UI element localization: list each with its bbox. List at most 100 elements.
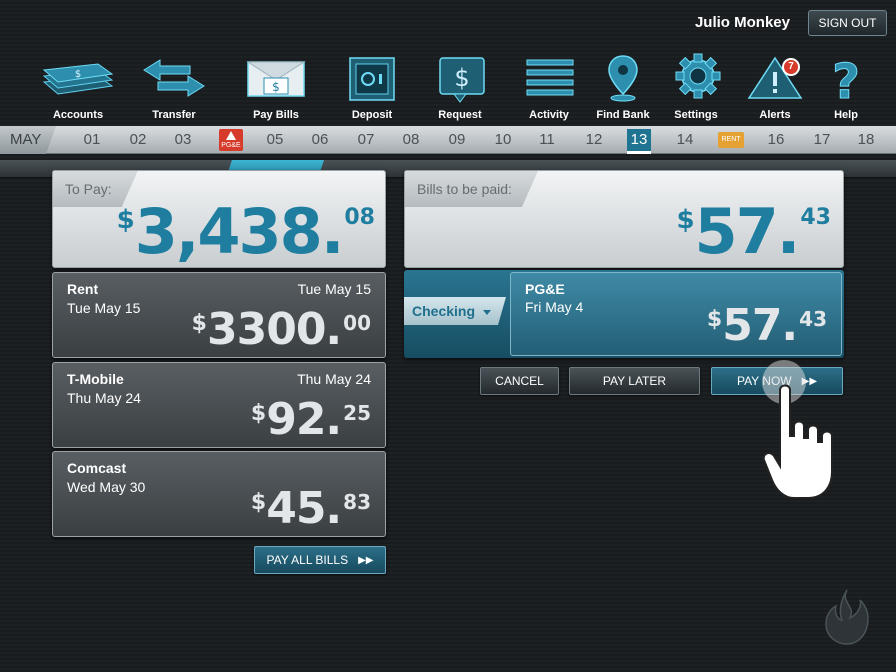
account-selector[interactable]: Checking: [404, 297, 506, 325]
svg-text:$: $: [272, 80, 280, 94]
bill-cents: 25: [343, 401, 371, 425]
pointing-hand-icon: [762, 384, 833, 499]
bill-currency: $: [250, 401, 267, 426]
svg-text:$: $: [454, 64, 469, 92]
to-pay-whole: 3,438.: [134, 195, 345, 268]
nav-label-find-bank: Find Bank: [596, 109, 650, 121]
alerts-badge: 7: [782, 58, 800, 76]
to-pay-panel: To Pay: $ 3,438. 08: [52, 170, 386, 268]
calendar-month: MAY: [0, 126, 56, 154]
cancel-button[interactable]: CANCEL: [480, 367, 559, 395]
date-cell-today[interactable]: 13: [619, 126, 659, 154]
nav-item-accounts[interactable]: $ Accounts: [36, 52, 120, 122]
bill-card-comcast[interactable]: Comcast Wed May 30 $ 45. 83: [52, 451, 386, 537]
bill-whole: 92.: [266, 394, 342, 445]
bill-date: Tue May 15: [67, 300, 141, 316]
bill-whole: 3300.: [206, 304, 342, 355]
to-pay-amount: $ 3,438. 08: [117, 201, 375, 263]
bills-to-be-paid-panel: Bills to be paid: $ 57. 43: [404, 170, 844, 268]
date-cell[interactable]: 09: [437, 126, 477, 154]
pay-later-button[interactable]: PAY LATER: [569, 367, 700, 395]
nav-label-accounts: Accounts: [52, 109, 104, 121]
selected-bill-currency: $: [706, 307, 723, 332]
nav-item-deposit[interactable]: Deposit: [330, 52, 414, 122]
selected-bill-amount: $ 57. 43: [707, 303, 827, 349]
map-pin-icon: [608, 55, 638, 102]
nav-label-transfer: Transfer: [152, 109, 196, 121]
date-cell[interactable]: 02: [118, 126, 158, 154]
selected-bill-card[interactable]: PG&E Fri May 4 $ 57. 43: [510, 272, 842, 356]
bill-due-date: Tue May 15: [297, 281, 371, 297]
dollar-bubble-icon: $: [439, 57, 485, 103]
brand-flame-icon: [825, 589, 869, 645]
nav-item-settings[interactable]: Settings: [654, 52, 738, 122]
date-cell[interactable]: 11: [527, 126, 567, 154]
user-name: Julio Monkey: [694, 14, 790, 31]
bill-date: Wed May 30: [67, 479, 146, 495]
nav-label-settings: Settings: [674, 109, 718, 121]
envelope-dollar-icon: $: [246, 61, 306, 97]
to-pay-currency: $: [116, 205, 135, 235]
bill-due-date: Thu May 24: [297, 371, 371, 387]
date-cell[interactable]: 03: [163, 126, 203, 154]
money-stack-icon: $: [42, 63, 114, 95]
date-cell[interactable]: 05: [255, 126, 295, 154]
bills-to-be-paid-cents: 43: [800, 205, 831, 230]
bills-to-be-paid-label: Bills to be paid:: [405, 171, 538, 207]
bill-card-t-mobile[interactable]: T-Mobile Thu May 24 Thu May 24 $ 92. 25: [52, 362, 386, 448]
date-cell[interactable]: 10: [483, 126, 523, 154]
date-cell[interactable]: 17: [802, 126, 842, 154]
nav-item-transfer[interactable]: Transfer: [132, 52, 216, 122]
list-lines-icon: [526, 59, 574, 96]
sign-out-button[interactable]: SIGN OUT: [808, 10, 887, 36]
bill-name: Rent: [67, 281, 99, 297]
today-underline: [627, 151, 651, 154]
top-bar: Julio Monkey SIGN OUT: [0, 0, 896, 50]
selected-bill-name: PG&E: [525, 281, 565, 297]
selected-bill-date: Fri May 4: [525, 299, 584, 315]
pay-all-bills-button[interactable]: PAY ALL BILLS ▶▶: [254, 546, 386, 574]
chevron-down-icon: [483, 310, 491, 315]
bill-amount: $ 45. 83: [251, 486, 371, 532]
bill-name: T-Mobile: [67, 371, 124, 387]
bill-whole: 45.: [266, 483, 342, 534]
bill-name: Comcast: [67, 460, 127, 476]
date-cell[interactable]: 12: [574, 126, 614, 154]
nav-item-help[interactable]: ? Help: [804, 52, 888, 122]
bill-amount: $ 92. 25: [251, 397, 371, 443]
date-cell[interactable]: 07: [346, 126, 386, 154]
nav-item-find-bank[interactable]: Find Bank: [581, 52, 665, 122]
bill-currency: $: [250, 490, 267, 515]
alert-triangle-icon: [747, 56, 803, 99]
date-cell[interactable]: 08: [391, 126, 431, 154]
rent-due-badge[interactable]: RENT: [718, 132, 744, 148]
pay-all-bills-label: PAY ALL BILLS: [266, 553, 349, 567]
nav-label-request: Request: [438, 109, 482, 121]
date-cell[interactable]: 01: [72, 126, 112, 154]
bills-to-be-paid-amount: $ 57. 43: [676, 201, 831, 263]
date-cell[interactable]: 06: [300, 126, 340, 154]
account-selector-label: Checking: [412, 303, 476, 319]
bill-currency: $: [191, 311, 207, 336]
nav-label-help: Help: [834, 109, 858, 121]
selected-bill-whole: 57.: [722, 300, 798, 351]
date-cell[interactable]: 14: [665, 126, 705, 154]
nav-item-request[interactable]: $ Request: [418, 52, 502, 122]
bills-to-be-paid-whole: 57.: [694, 195, 801, 268]
nav-label-pay-bills: Pay Bills: [253, 109, 299, 121]
bill-cents: 83: [343, 490, 371, 514]
transfer-arrows-icon: [143, 59, 205, 97]
to-pay-cents: 08: [344, 205, 375, 230]
nav-item-pay-bills[interactable]: $ Pay Bills: [234, 52, 318, 122]
double-chevron-right-icon: ▶▶: [358, 554, 374, 566]
today-label: 13: [630, 131, 648, 148]
selected-bill-cents: 43: [799, 307, 827, 331]
pge-due-badge[interactable]: PG&E: [219, 129, 243, 151]
nav-item-activity[interactable]: Activity: [507, 52, 591, 122]
date-cell[interactable]: 18: [846, 126, 886, 154]
date-cell[interactable]: 16: [756, 126, 796, 154]
bill-card-rent[interactable]: Rent Tue May 15 Tue May 15 $ 3300. 00: [52, 272, 386, 358]
question-mark-icon: ?: [832, 54, 861, 107]
svg-text:$: $: [75, 69, 81, 80]
svg-text:?: ?: [832, 54, 860, 106]
